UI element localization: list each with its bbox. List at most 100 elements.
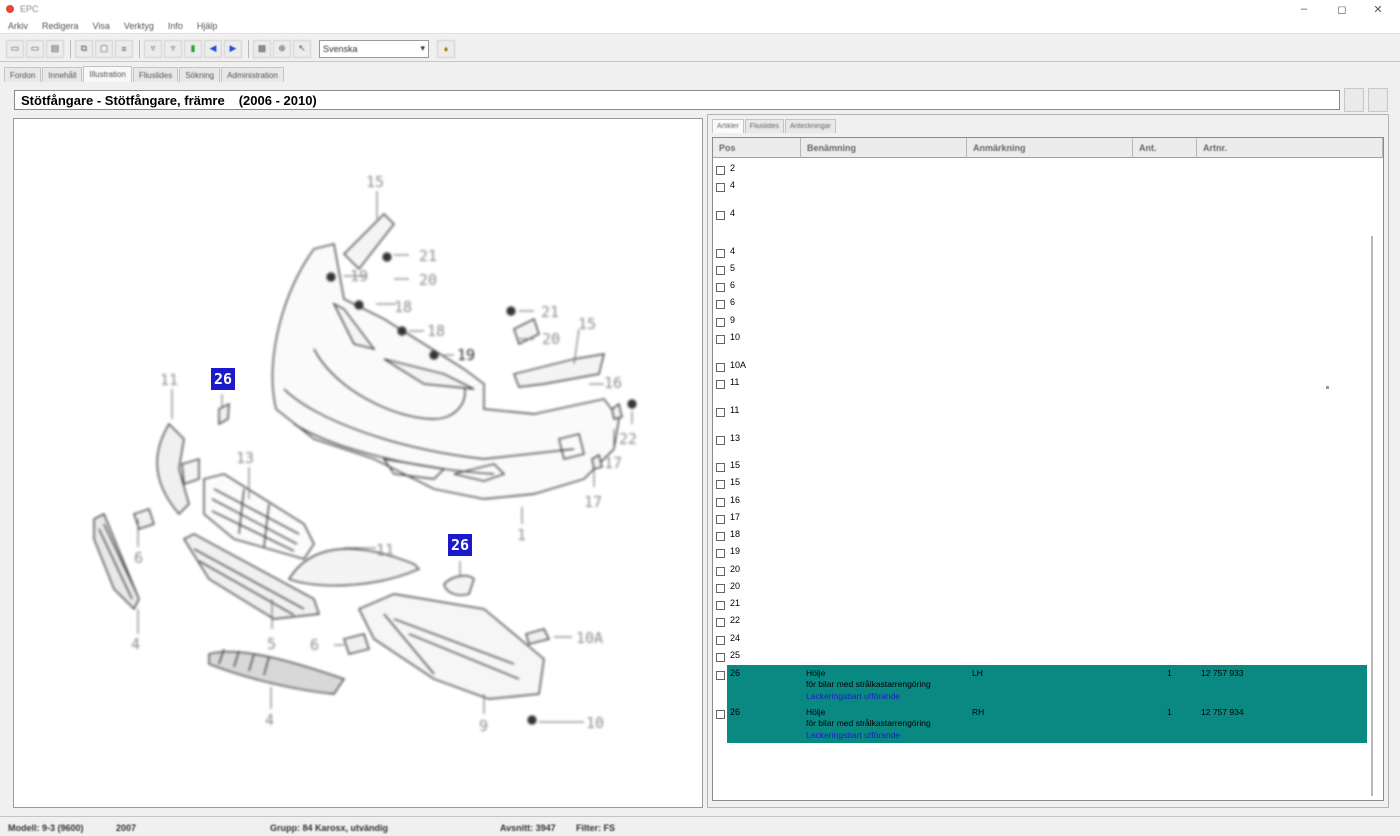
row-checkbox[interactable] [716,636,725,645]
row-checkbox[interactable] [716,532,725,541]
print-diagram-button[interactable] [1344,88,1364,112]
menu-redigera[interactable]: Redigera [42,21,79,31]
table-row[interactable]: 4 [713,207,1373,223]
tab-sokning[interactable]: Sökning [179,67,221,82]
column-header-pos[interactable]: Pos [713,138,801,158]
table-row[interactable]: 16 [713,494,1373,510]
row-checkbox[interactable] [716,283,725,292]
tab-administration[interactable]: Administration [221,67,284,82]
row-checkbox[interactable] [716,567,725,576]
flag-icon[interactable]: ▮ [184,39,202,58]
table-row[interactable]: 10A [713,359,1373,375]
tab-anteckningar[interactable]: Anteckningar [784,119,836,133]
table-row[interactable]: 5 [713,262,1373,278]
table-row[interactable]: 4 [713,179,1373,195]
table-row[interactable]: 22 [713,614,1373,630]
table-row[interactable]: 15 [713,476,1373,492]
row-checkbox[interactable] [716,653,725,662]
row-checkbox[interactable] [716,549,725,558]
illustration-panel[interactable]: 15 21 19 20 18 18 19 21 15 20 16 11 22 1… [13,118,703,808]
forward-arrow-icon[interactable]: ▶ [224,39,242,58]
table-row[interactable]: 24 [713,632,1373,648]
row-checkbox[interactable] [716,211,725,220]
column-header-qty[interactable]: Ant. [1133,138,1197,158]
list-icon[interactable]: ≡ [115,39,133,58]
menu-verktyg[interactable]: Verktyg [124,21,154,31]
expand-button[interactable] [1368,88,1388,112]
row-checkbox[interactable] [716,183,725,192]
print-icon[interactable]: ▤ [46,39,64,58]
close-button[interactable]: ✕ [1356,0,1400,18]
tab-illustration[interactable]: Illustration [83,66,132,82]
back-arrow-icon[interactable]: ◀ [204,39,222,58]
row-checkbox[interactable] [716,363,725,372]
row-checkbox[interactable] [716,408,725,417]
row-checkbox[interactable] [716,480,725,489]
row-note-link[interactable]: Lackeringsbart utförande [806,730,900,740]
table-row[interactable]: 11 [713,376,1373,392]
row-checkbox[interactable] [716,436,725,445]
table-row[interactable]: 20 [713,563,1373,579]
column-header-name[interactable]: Benämning [801,138,967,158]
row-checkbox[interactable] [716,166,725,175]
tab-innehall[interactable]: Innehåll [42,67,83,82]
paste-icon[interactable]: ▢ [95,39,113,58]
table-row[interactable]: 21 [713,597,1373,613]
row-checkbox[interactable] [716,335,725,344]
table-row[interactable]: 2 [713,162,1373,178]
table-row[interactable]: 9 [713,314,1373,330]
tab-fordon[interactable]: Fordon [4,67,42,82]
table-row[interactable]: 4 [713,245,1373,261]
table-row[interactable]: 10 [713,331,1373,347]
table-row[interactable]: 25 [713,649,1373,665]
row-checkbox[interactable] [716,601,725,610]
table-row[interactable]: 18 [713,528,1373,544]
row-checkbox[interactable] [716,249,725,258]
row-checkbox[interactable] [716,498,725,507]
row-checkbox[interactable] [716,618,725,627]
tab-fliuslides-right[interactable]: Fliuslides [744,119,784,133]
table-row[interactable]: 15 [713,459,1373,475]
column-header-remark[interactable]: Anmärkning [967,138,1133,158]
tab-fliuslides[interactable]: Fliuslides [132,67,179,82]
table-row[interactable]: 17 [713,511,1373,527]
info-icon[interactable]: ♦ [437,39,455,58]
copy-icon[interactable]: ⧉ [75,39,93,58]
menu-info[interactable]: Info [168,21,183,31]
callout-badge[interactable]: 26 [448,534,472,556]
table-row-selected[interactable]: 26 Hölje för bilar med strålkastarrengör… [713,665,1373,704]
filter-icon[interactable]: ▿ [144,39,162,58]
zoom-icon[interactable]: ⊕ [273,39,291,58]
open-icon[interactable]: ▭ [26,39,44,58]
table-row[interactable]: 6 [713,279,1373,295]
language-select[interactable]: Svenska ▾ [319,39,429,58]
pointer-icon[interactable]: ↖ [293,39,311,58]
row-checkbox[interactable] [716,671,725,680]
tab-artikler[interactable]: Artikler [712,119,744,133]
callout-badge[interactable]: 26 [211,368,235,390]
menu-visa[interactable]: Visa [93,21,110,31]
table-row[interactable]: 6 [713,296,1373,312]
menu-hjalp[interactable]: Hjälp [197,21,218,31]
row-checkbox[interactable] [716,584,725,593]
table-row[interactable]: 11 [713,404,1373,420]
row-checkbox[interactable] [716,463,725,472]
table-row[interactable]: 20 [713,580,1373,596]
column-header-partno[interactable]: Artnr. [1197,138,1383,158]
marker-icon[interactable]: ▿ [164,39,182,58]
row-checkbox[interactable] [716,300,725,309]
table-row[interactable]: 19 [713,545,1373,561]
row-checkbox[interactable] [716,380,725,389]
row-checkbox[interactable] [716,266,725,275]
row-checkbox[interactable] [716,515,725,524]
table-row[interactable]: 13 [713,432,1373,448]
row-checkbox[interactable] [716,710,725,719]
toolbar-separator [139,39,140,58]
row-checkbox[interactable] [716,318,725,327]
catalog-icon[interactable]: ▦ [253,39,271,58]
new-icon[interactable]: ▭ [6,39,24,58]
scrollbar[interactable] [1371,236,1373,796]
table-row-selected[interactable]: 26 Hölje för bilar med strålkastarrengör… [713,704,1373,743]
menu-arkiv[interactable]: Arkiv [8,21,28,31]
row-note-link[interactable]: Lackeringsbart utförande [806,691,900,701]
